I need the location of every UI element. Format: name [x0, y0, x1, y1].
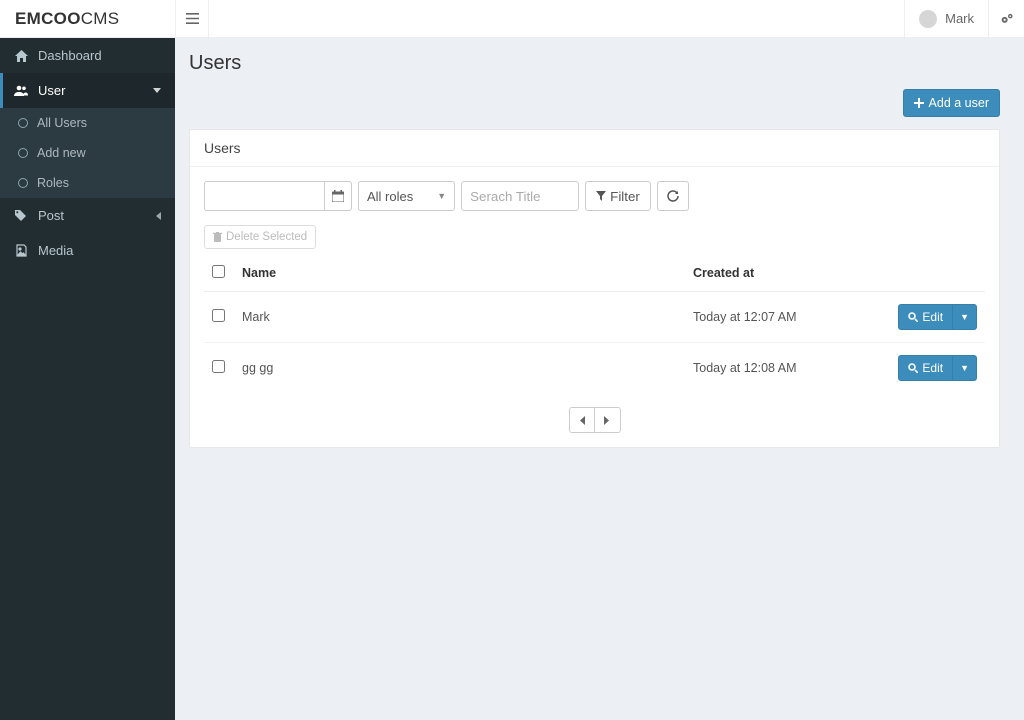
row-checkbox[interactable]: [212, 360, 225, 373]
sidebar-item-post[interactable]: Post: [0, 198, 175, 233]
filter-button[interactable]: Filter: [585, 181, 651, 211]
hamburger-icon: [185, 13, 199, 24]
edit-button[interactable]: Edit: [898, 304, 953, 330]
sidebar-toggle-button[interactable]: [175, 0, 209, 37]
row-name: gg gg: [234, 343, 685, 394]
caret-down-icon: ▼: [960, 363, 969, 373]
pager: [204, 407, 985, 433]
header-spacer: [209, 0, 904, 37]
users-table: Name Created at Mark Today at 12:07 AM: [204, 255, 985, 393]
delete-selected-label: Delete Selected: [226, 231, 307, 243]
roles-select[interactable]: All roles ▼: [358, 181, 455, 211]
row-created: Today at 12:08 AM: [685, 343, 875, 394]
chevron-left-icon: [156, 212, 161, 220]
caret-down-icon: ▼: [437, 191, 446, 201]
search-input[interactable]: [461, 181, 579, 211]
sidebar-user-label: User: [38, 83, 65, 98]
sidebar-post-label: Post: [38, 208, 64, 223]
file-image-icon: [14, 244, 28, 257]
edit-label: Edit: [922, 361, 943, 375]
users-icon: [14, 85, 28, 96]
top-header: EMCOOCMS Mark: [0, 0, 1024, 38]
refresh-icon: [667, 190, 679, 202]
search-icon: [908, 363, 918, 373]
col-actions: [875, 255, 985, 292]
users-panel: Users All roles ▼: [189, 129, 1000, 448]
panel-body: All roles ▼ Filter: [190, 167, 999, 447]
filter-label: Filter: [610, 189, 640, 204]
chevron-left-icon: [579, 416, 585, 425]
circle-icon: [18, 148, 28, 158]
roles-select-value: All roles: [367, 189, 413, 204]
add-user-button[interactable]: Add a user: [903, 89, 1000, 117]
sidebar-item-all-users[interactable]: All Users: [0, 108, 175, 138]
refresh-button[interactable]: [657, 181, 689, 211]
settings-button[interactable]: [988, 0, 1024, 37]
user-menu[interactable]: Mark: [904, 0, 988, 37]
plus-icon: [914, 98, 924, 108]
row-created: Today at 12:07 AM: [685, 292, 875, 343]
gears-icon: [1000, 12, 1014, 25]
table-row: gg gg Today at 12:08 AM Edit: [204, 343, 985, 394]
filter-icon: [596, 191, 606, 201]
edit-dropdown[interactable]: ▼: [953, 304, 977, 330]
table-header-row: Name Created at: [204, 255, 985, 292]
main-content: Users Add a user Users: [175, 38, 1014, 720]
col-name: Name: [234, 255, 685, 292]
tags-icon: [14, 210, 28, 222]
row-name: Mark: [234, 292, 685, 343]
page-title: Users: [189, 52, 1000, 75]
table-row: Mark Today at 12:07 AM Edit: [204, 292, 985, 343]
edit-button[interactable]: Edit: [898, 355, 953, 381]
col-check: [204, 255, 234, 292]
panel-title: Users: [190, 130, 999, 167]
delete-selected-button[interactable]: Delete Selected: [204, 225, 316, 249]
edit-dropdown[interactable]: ▼: [953, 355, 977, 381]
chevron-down-icon: [153, 88, 161, 93]
trash-icon: [213, 232, 222, 242]
search-icon: [908, 312, 918, 322]
chevron-right-icon: [604, 416, 610, 425]
brand-logo[interactable]: EMCOOCMS: [0, 0, 175, 38]
sidebar-add-new-label: Add new: [37, 146, 86, 160]
sidebar-item-media[interactable]: Media: [0, 233, 175, 268]
select-all-checkbox[interactable]: [212, 265, 225, 278]
toolbar: All roles ▼ Filter: [204, 181, 985, 211]
user-name: Mark: [945, 11, 974, 26]
sidebar-item-user[interactable]: User: [0, 73, 175, 108]
date-input[interactable]: [204, 181, 324, 211]
edit-group: Edit ▼: [898, 304, 977, 330]
date-picker-button[interactable]: [324, 181, 352, 211]
sidebar-dashboard-label: Dashboard: [38, 48, 102, 63]
avatar: [919, 10, 937, 28]
calendar-icon: [332, 190, 344, 202]
sidebar-media-label: Media: [38, 243, 73, 258]
row-checkbox[interactable]: [212, 309, 225, 322]
brand-light: CMS: [81, 9, 120, 29]
add-user-label: Add a user: [929, 96, 989, 110]
pager-prev[interactable]: [569, 407, 595, 433]
pager-next[interactable]: [595, 407, 621, 433]
sidebar-roles-label: Roles: [37, 176, 69, 190]
brand-bold: EMCOO: [15, 9, 81, 29]
sidebar-all-users-label: All Users: [37, 116, 87, 130]
sidebar-item-roles[interactable]: Roles: [0, 168, 175, 198]
date-range-group: [204, 181, 352, 211]
home-icon: [14, 50, 28, 62]
add-user-row: Add a user: [189, 89, 1000, 117]
caret-down-icon: ▼: [960, 312, 969, 322]
circle-icon: [18, 118, 28, 128]
edit-group: Edit ▼: [898, 355, 977, 381]
sidebar: Dashboard User All Users Add new Roles P…: [0, 38, 175, 720]
edit-label: Edit: [922, 310, 943, 324]
circle-icon: [18, 178, 28, 188]
col-created: Created at: [685, 255, 875, 292]
sidebar-item-dashboard[interactable]: Dashboard: [0, 38, 175, 73]
sidebar-user-submenu: All Users Add new Roles: [0, 108, 175, 198]
sidebar-item-add-new[interactable]: Add new: [0, 138, 175, 168]
